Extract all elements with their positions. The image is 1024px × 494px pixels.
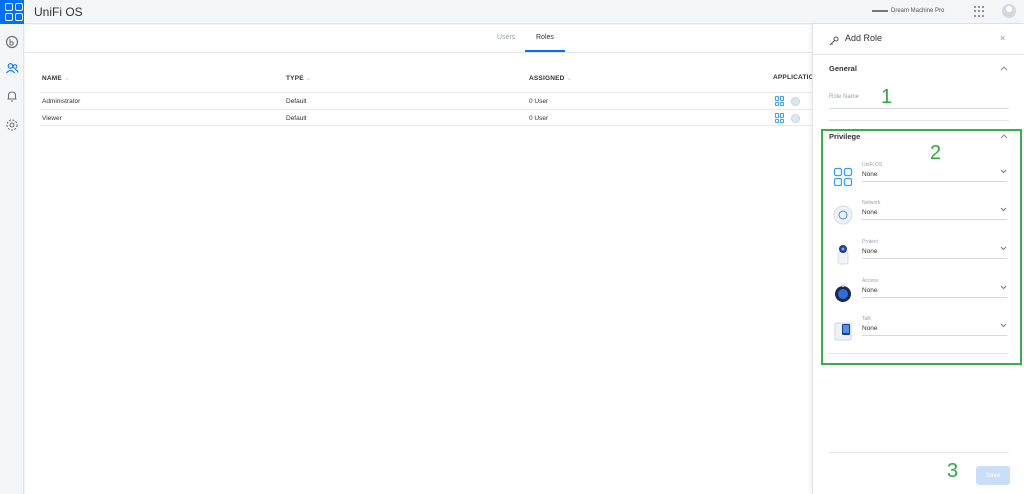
save-button[interactable]: Save [976,466,1010,485]
sort-icon: ⌄ [566,75,573,82]
role-name-field-label: Role Name [829,94,860,100]
dashboard-icon[interactable] [5,35,19,49]
network-icon [791,96,800,106]
tab-users[interactable]: Users [497,34,515,41]
application-icons [775,113,800,123]
apps-grid-icon[interactable] [974,6,985,17]
column-header-assigned[interactable]: ASSIGNED ⌄ [529,74,572,82]
general-section-title[interactable]: General [829,64,857,73]
tab-roles[interactable]: Roles [536,34,554,41]
unifi-logo-icon[interactable] [0,0,24,24]
unifi-os-icon [775,113,785,123]
role-name: Administrator [42,98,81,105]
device-name: Dream Machine Pro [891,8,945,14]
network-icon [791,113,800,123]
section-divider [829,120,1009,121]
app-title: UniFi OS [34,5,83,19]
top-bar: UniFi OS Dream Machine Pro [0,0,1024,24]
device-icon [872,10,888,12]
users-icon[interactable] [5,61,19,75]
role-name: Viewer [42,115,62,122]
panel-title: Add Role [845,33,883,43]
role-assigned: 0 User [529,98,549,105]
application-icons [775,96,800,106]
table-row[interactable]: Administrator Default 0 User [40,92,812,109]
table-row[interactable]: Viewer Default 0 User [40,109,812,126]
column-header-type[interactable]: TYPE ⌄ [286,74,311,82]
sort-icon: ⌄ [305,75,312,82]
tab-bar: Users Roles [25,25,812,53]
annotation-number: 3 [947,460,959,482]
key-icon [829,33,839,46]
privilege-highlight-box [821,129,1022,365]
active-tab-indicator [525,50,565,52]
role-assigned: 0 User [529,115,549,122]
role-name-input[interactable] [829,108,1009,109]
role-type: Default [286,98,307,105]
device-selector[interactable]: Dream Machine Pro [872,8,944,14]
annotation-number: 2 [930,142,942,164]
sidebar [0,24,24,494]
close-icon[interactable]: × [1000,33,1005,43]
gear-icon[interactable] [5,118,19,132]
main-content: Users Roles NAME ⌄ TYPE ⌄ ASSIGNED ⌄ APPLIC… [25,25,814,494]
chevron-up-icon[interactable] [1000,65,1008,73]
annotation-number: 1 [881,86,893,108]
panel-header: Add Role × [813,24,1024,54]
header-divider [813,54,1024,55]
bell-icon[interactable] [5,89,19,103]
column-header-applications: APPLICATIO [773,74,814,81]
sort-icon: ⌄ [63,75,70,82]
avatar[interactable] [1002,4,1016,18]
column-header-name[interactable]: NAME ⌄ [42,74,70,82]
footer-divider [829,452,1009,453]
role-type: Default [286,115,307,122]
unifi-os-icon [775,96,785,106]
